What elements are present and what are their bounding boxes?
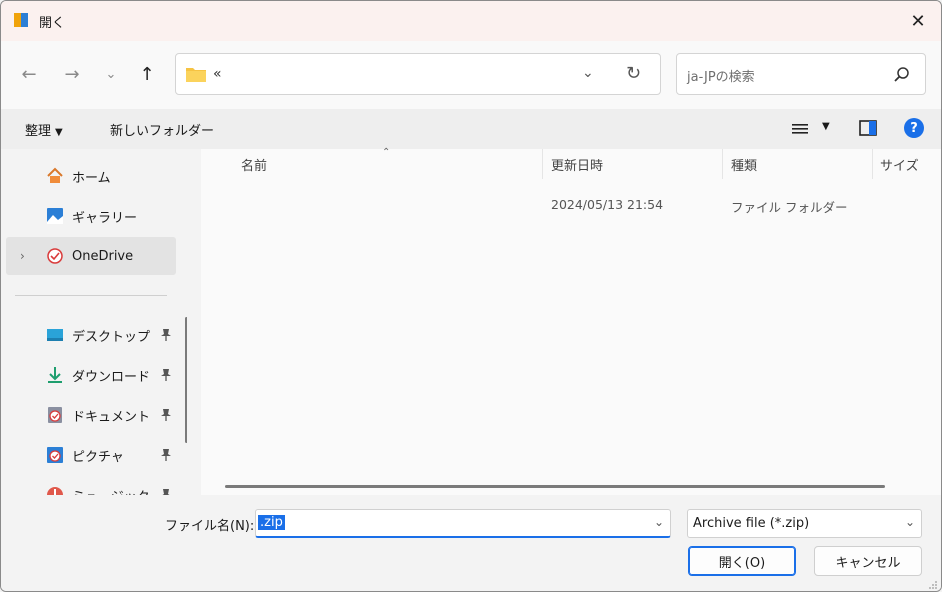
sidebar-item-gallery[interactable]: ギャラリー <box>6 197 176 235</box>
new-folder-button[interactable]: 新しいフォルダー <box>110 120 214 139</box>
sidebar-item-downloads[interactable]: ダウンロード <box>6 356 176 394</box>
filename-label: ファイル名(N): <box>165 519 255 534</box>
filename-value[interactable]: .zip <box>258 515 285 530</box>
column-divider[interactable] <box>542 149 543 179</box>
address-dropdown-icon[interactable]: ⌄ <box>582 65 594 81</box>
onedrive-icon <box>47 248 63 264</box>
sidebar-item-documents[interactable]: ドキュメント <box>6 396 176 434</box>
forward-arrow-icon: → <box>64 63 80 85</box>
address-path[interactable]: « <box>213 66 222 82</box>
navigation-bar: ← → ⌄ ↑ « ⌄ ↻ ja-JPの検索 <box>1 41 941 109</box>
column-divider[interactable] <box>722 149 723 179</box>
chevron-down-icon: ⌄ <box>105 66 117 82</box>
music-icon <box>47 487 63 495</box>
column-header-size[interactable]: サイズ <box>880 155 919 174</box>
row-type: ファイル フォルダー <box>731 200 848 215</box>
file-list-pane: ⌃ 名前 更新日時 種類 サイズ 2024/05/13 21:54 ファイル フ… <box>201 147 941 495</box>
sidebar-item-onedrive[interactable]: › OneDrive <box>6 237 176 275</box>
view-list-icon[interactable] <box>791 121 809 137</box>
sidebar-item-home[interactable]: ホーム <box>6 157 176 195</box>
gallery-icon <box>47 208 63 224</box>
file-selection-area: ファイル名(N): .zip ⌄ Archive file (*.zip) ⌄ … <box>1 495 941 591</box>
back-arrow-icon: ← <box>21 63 37 85</box>
sort-ascending-icon: ⌃ <box>382 147 391 158</box>
cancel-button[interactable]: キャンセル <box>814 546 922 576</box>
organize-label: 整理 <box>25 124 52 139</box>
sidebar-item-pictures[interactable]: ピクチャ <box>6 436 176 474</box>
sidebar-item-label: ホーム <box>72 170 111 186</box>
filename-input[interactable]: .zip ⌄ <box>255 509 671 538</box>
sidebar-divider <box>15 295 167 296</box>
search-icon[interactable] <box>893 66 911 84</box>
pin-icon[interactable] <box>160 488 172 495</box>
home-icon <box>47 167 63 183</box>
sidebar-item-desktop[interactable]: デスクトップ <box>6 316 176 354</box>
caret-down-icon: ▼ <box>55 127 63 138</box>
view-options-caret-icon[interactable]: ▼ <box>822 121 830 132</box>
sidebar-item-label: ダウンロード <box>72 369 151 385</box>
open-file-dialog: 開く ✕ ← → ⌄ ↑ « ⌄ ↻ ja-JPの検索 整理 ▼ 新しいフォルダ… <box>0 0 942 592</box>
navigation-pane: ホーム ギャラリー › OneDrive デスクトップ ダウンロード ドキュメン… <box>1 149 187 495</box>
column-header-modified[interactable]: 更新日時 <box>551 155 603 174</box>
organize-button[interactable]: 整理 ▼ <box>25 120 63 139</box>
sidebar-scrollbar[interactable] <box>185 317 187 443</box>
close-icon: ✕ <box>910 10 926 32</box>
back-button[interactable]: ← <box>18 63 40 85</box>
window-title: 開く <box>39 16 66 31</box>
download-icon <box>48 367 62 383</box>
command-bar: 整理 ▼ 新しいフォルダー ▼ ? <box>1 109 941 149</box>
title-bar: 開く ✕ <box>1 1 941 41</box>
desktop-icon <box>47 329 63 341</box>
sidebar-item-label: OneDrive <box>72 248 134 264</box>
refresh-icon[interactable]: ↻ <box>626 63 641 84</box>
sidebar-item-label: ドキュメント <box>72 409 151 425</box>
up-button[interactable]: ↑ <box>136 63 158 85</box>
pin-icon[interactable] <box>160 408 172 422</box>
row-modified: 2024/05/13 21:54 <box>551 197 664 212</box>
sidebar-item-label: ピクチャ <box>72 449 124 465</box>
column-header-name[interactable]: 名前 <box>241 155 267 174</box>
resize-grip-icon[interactable] <box>928 580 938 590</box>
sidebar-item-label: ミュージック <box>72 486 150 496</box>
column-divider[interactable] <box>872 149 873 179</box>
pin-icon[interactable] <box>160 368 172 382</box>
column-header-type[interactable]: 種類 <box>731 155 757 174</box>
app-icon <box>14 13 28 27</box>
sidebar-item-music[interactable]: ミュージック <box>6 476 176 495</box>
filetype-value: Archive file (*.zip) <box>693 516 810 531</box>
sidebar-item-label: デスクトップ <box>72 329 151 345</box>
search-box[interactable]: ja-JPの検索 <box>676 53 926 95</box>
help-icon[interactable]: ? <box>904 118 924 138</box>
open-button[interactable]: 開く(O) <box>688 546 796 576</box>
up-arrow-icon: ↑ <box>139 63 155 85</box>
chevron-down-icon[interactable]: ⌄ <box>905 515 915 529</box>
forward-button[interactable]: → <box>61 63 83 85</box>
chevron-down-icon[interactable]: ⌄ <box>654 515 664 529</box>
pin-icon[interactable] <box>160 328 172 342</box>
horizontal-scrollbar[interactable] <box>225 485 885 488</box>
sidebar-item-label: ギャラリー <box>72 210 138 226</box>
expand-chevron-icon[interactable]: › <box>20 249 25 263</box>
filetype-select[interactable]: Archive file (*.zip) ⌄ <box>687 509 922 538</box>
pictures-icon <box>47 447 63 463</box>
close-button[interactable]: ✕ <box>895 1 941 41</box>
preview-pane-icon[interactable] <box>859 120 877 136</box>
address-bar[interactable]: « ⌄ ↻ <box>175 53 661 95</box>
pin-icon[interactable] <box>160 448 172 462</box>
recent-locations-button[interactable]: ⌄ <box>100 63 122 85</box>
documents-icon <box>48 407 62 423</box>
search-placeholder: ja-JPの検索 <box>687 70 755 85</box>
folder-icon <box>186 68 206 82</box>
